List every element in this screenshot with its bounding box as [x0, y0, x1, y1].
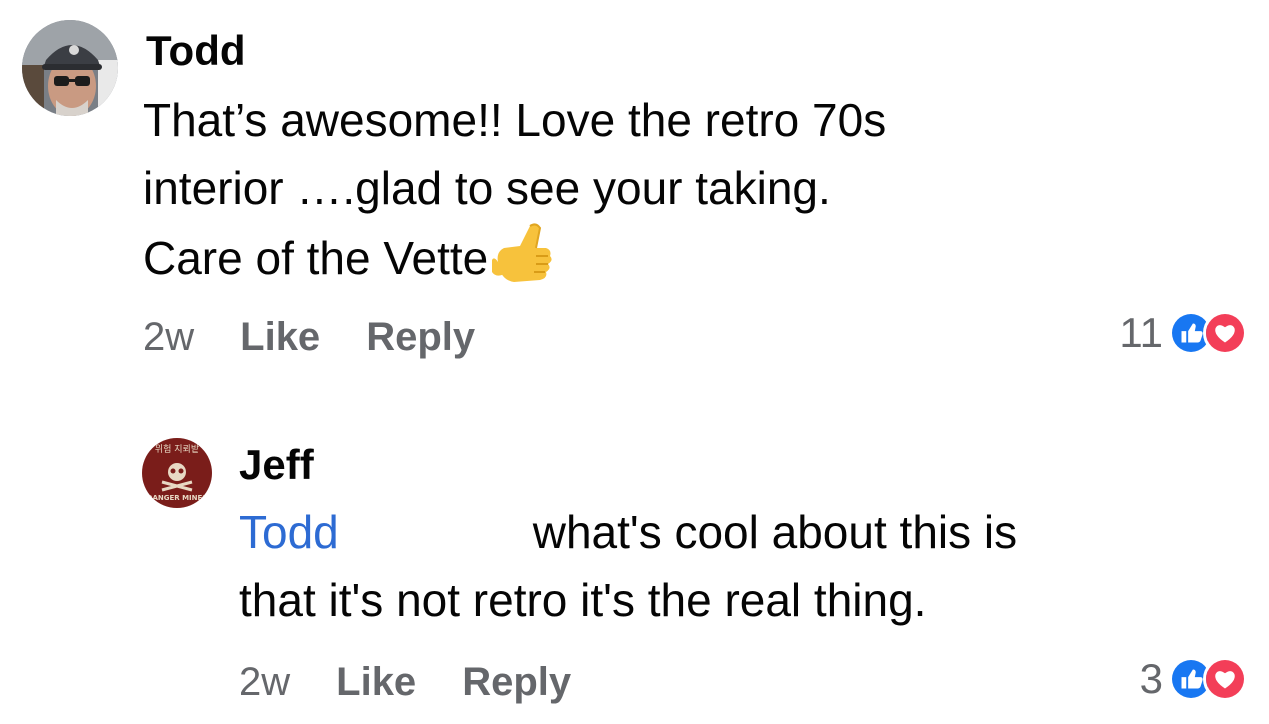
avatar[interactable] [22, 20, 118, 116]
like-button[interactable]: Like [240, 315, 320, 359]
call-me-hand-icon [490, 222, 556, 286]
comment-text: Todd what's cool about this is that it's … [239, 498, 1017, 634]
comment-text-line-with-mention: Todd what's cool about this is [239, 498, 1017, 566]
comment-meta: 2w Like Reply [143, 313, 475, 361]
comment-author[interactable]: Todd [146, 27, 246, 75]
comment-text-line: interior ….glad to see your taking. [143, 162, 831, 214]
avatar[interactable]: 위험 지뢰밭 DANGER MINES [142, 438, 212, 508]
comment-meta: 2w Like Reply [239, 658, 571, 706]
svg-text:DANGER MINES: DANGER MINES [147, 494, 208, 502]
reply-button[interactable]: Reply [462, 660, 571, 704]
love-reaction-icon [1203, 311, 1247, 355]
comment-author[interactable]: Jeff [239, 441, 314, 489]
comment-text-line: That’s awesome!! Love the retro 70s [143, 94, 887, 146]
comment-text-line-with-emoji: Care of the Vette [143, 222, 886, 292]
reply-button[interactable]: Reply [366, 315, 475, 359]
avatar-danger-mines-sign: 위험 지뢰밭 DANGER MINES [142, 438, 212, 508]
reaction-count: 11 [1119, 309, 1163, 356]
comment-text-line: Care of the Vette [143, 232, 489, 284]
comment-text-line: what's cool about this is [532, 506, 1018, 558]
like-button[interactable]: Like [336, 660, 416, 704]
comment-timestamp[interactable]: 2w [143, 315, 194, 359]
reaction-summary[interactable]: 11 [1119, 309, 1247, 357]
avatar-photo-man-with-cap [22, 20, 118, 116]
mention-link[interactable]: Todd [239, 506, 339, 558]
comment-timestamp[interactable]: 2w [239, 660, 290, 704]
svg-text:위험 지뢰밭: 위험 지뢰밭 [155, 444, 199, 455]
comment-text-line: that it's not retro it's the real thing. [239, 574, 927, 626]
reaction-count: 3 [1139, 655, 1163, 702]
comment-text: That’s awesome!! Love the retro 70s inte… [143, 86, 886, 292]
love-reaction-icon [1203, 657, 1247, 701]
reaction-summary[interactable]: 3 [1140, 655, 1247, 703]
